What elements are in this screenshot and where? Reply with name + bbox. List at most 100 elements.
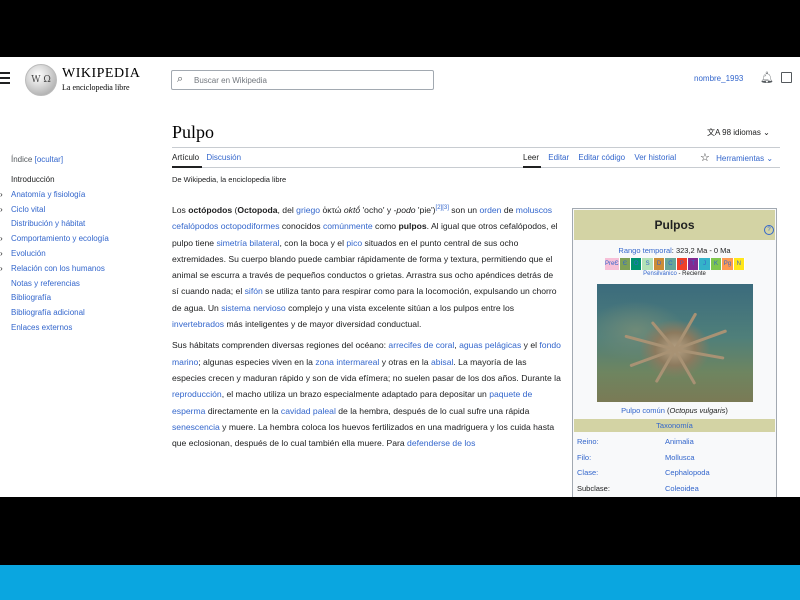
toc-item-enlaces[interactable]: Enlaces externos xyxy=(0,321,109,336)
toc-item-ciclo-vital[interactable]: › Ciclo vital xyxy=(0,203,109,218)
article-link[interactable]: sistema nervioso xyxy=(221,303,285,313)
article-link[interactable]: invertebrados xyxy=(172,319,224,329)
text: 'pie') xyxy=(415,205,436,215)
tab-article[interactable]: Artículo xyxy=(172,153,199,162)
toc-item-distribucion[interactable]: Distribución y hábitat xyxy=(0,217,109,232)
geologic-period-cell[interactable]: C xyxy=(665,258,677,270)
logo-title[interactable]: WIKIPEDIA xyxy=(62,66,140,82)
article-link[interactable]: cavidad paleal xyxy=(281,406,336,416)
temporal-range-value: : 323,2 Ma - 0 Ma xyxy=(671,246,731,255)
notices-tray-icon[interactable] xyxy=(781,72,792,83)
toc-item-notas[interactable]: Notas y referencias xyxy=(0,277,109,292)
tagline: De Wikipedia, la enciclopedia libre xyxy=(172,175,287,184)
toc-item-comportamiento[interactable]: › Comportamiento y ecología xyxy=(0,232,109,247)
taxonomy-rank[interactable]: Reino: xyxy=(577,434,599,450)
toc-item-relacion[interactable]: › Relación con los humanos xyxy=(0,262,109,277)
temporal-range-link[interactable]: Rango temporal xyxy=(618,246,671,255)
chevron-right-icon[interactable]: › xyxy=(0,188,3,203)
geologic-period-cell[interactable]: P xyxy=(676,258,688,270)
logo-subtitle: La enciclopedia libre xyxy=(62,83,130,92)
wikipedia-globe-icon[interactable]: W Ω xyxy=(25,64,57,96)
article-link[interactable]: abisal xyxy=(431,357,453,367)
chevron-right-icon[interactable]: › xyxy=(0,203,3,218)
article-link[interactable]: aguas pelágicas xyxy=(459,340,521,350)
taxonomy-value[interactable]: Animalia xyxy=(665,434,694,450)
geologic-period-cell[interactable]: T xyxy=(688,258,700,270)
article-body: Los octópodos (Octopoda, del griego ὀκτώ… xyxy=(172,202,562,456)
text: Sus hábitats comprenden diversas regione… xyxy=(172,340,389,351)
chevron-right-icon[interactable]: › xyxy=(0,247,3,262)
taxonomy-value[interactable]: Coleoidea xyxy=(665,481,699,497)
toc-item-evolucion[interactable]: › Evolución xyxy=(0,247,109,262)
toc-item-bibliografia[interactable]: Bibliografía xyxy=(0,291,109,306)
article-link[interactable]: pico xyxy=(346,238,362,248)
bold-term: Octopoda xyxy=(237,205,278,215)
namespace-tabs: Artículo Discusión xyxy=(172,153,246,162)
text: y otras en la xyxy=(379,356,431,367)
tab-edit-source[interactable]: Editar código xyxy=(578,153,625,162)
article-link[interactable]: defenderse de los xyxy=(407,438,475,448)
search-box[interactable]: ⌕ xyxy=(171,70,434,90)
article-link[interactable]: griego xyxy=(296,205,320,215)
tab-active-indicator xyxy=(172,166,202,168)
toc-item-label: Notas y referencias xyxy=(11,278,80,288)
search-input[interactable] xyxy=(192,72,426,88)
toc-item-label: Comportamiento y ecología xyxy=(11,234,109,244)
taxonomy-rank[interactable]: Filo: xyxy=(577,450,591,466)
geologic-period-cell[interactable]: N xyxy=(733,258,745,270)
geologic-period-cell[interactable]: Є xyxy=(619,258,632,270)
geologic-period-cell[interactable]: S xyxy=(642,258,654,270)
taxonomy-rank[interactable]: Clase: xyxy=(577,465,598,481)
page-title: Pulpo xyxy=(172,122,215,142)
user-link[interactable]: nombre_1993 xyxy=(694,74,743,83)
tab-history[interactable]: Ver historial xyxy=(634,153,676,162)
screen-top-bar xyxy=(0,0,800,57)
tab-edit[interactable]: Editar xyxy=(548,153,569,162)
watch-star-icon[interactable]: ☆ xyxy=(700,152,710,164)
article-link[interactable]: sifón xyxy=(245,286,263,296)
taskbar-band xyxy=(0,565,800,600)
toc-hide-link[interactable]: [ocultar] xyxy=(35,155,63,164)
reference-link[interactable]: [2][3] xyxy=(436,205,449,211)
toc-item-introduccion[interactable]: Introducción xyxy=(0,173,109,188)
toc-item-label: Introducción xyxy=(11,175,55,184)
geologic-period-cell[interactable]: Pg xyxy=(722,258,734,270)
article-link[interactable]: comúnmente xyxy=(323,221,373,231)
taxonomy-header: Taxonomía xyxy=(574,419,775,432)
article-link[interactable]: senescencia xyxy=(172,422,220,432)
tab-discussion[interactable]: Discusión xyxy=(206,153,241,162)
taxonomy-row: Reino: Animalia xyxy=(577,434,773,450)
help-icon[interactable]: ? xyxy=(764,225,774,235)
geologic-period-cell[interactable]: PreЄ xyxy=(605,258,620,270)
article-link[interactable]: reproducción xyxy=(172,389,222,399)
geologic-period-cell[interactable]: O xyxy=(631,258,643,270)
geologic-period-cell[interactable]: D xyxy=(653,258,666,270)
notifications-bell-icon[interactable]: 🔔︎ xyxy=(760,71,774,84)
taxonomy-value[interactable]: Mollusca xyxy=(665,450,695,466)
article-link[interactable]: arrecifes de coral xyxy=(388,340,454,350)
main-menu-icon[interactable] xyxy=(0,69,10,87)
text: directamente en la xyxy=(205,405,281,416)
tools-label[interactable]: Herramientas xyxy=(716,154,764,163)
period-from-link[interactable]: Pensilvánico xyxy=(643,271,677,277)
italic-term: -podo xyxy=(393,205,416,215)
tab-read[interactable]: Leer xyxy=(523,153,539,162)
octopus-photo[interactable] xyxy=(597,284,753,402)
language-button[interactable]: 文A 98 idiomas ⌄ xyxy=(707,127,770,138)
geologic-period-cell[interactable]: J xyxy=(699,258,711,270)
geologic-period-cell[interactable]: K xyxy=(710,258,723,270)
article-link[interactable]: orden xyxy=(479,205,501,215)
taxonomy-value[interactable]: Cephalopoda xyxy=(665,465,710,481)
taxonomy-link[interactable]: Taxonomía xyxy=(656,421,693,430)
tools-menu[interactable]: ☆ Herramientas ⌄ xyxy=(700,151,773,164)
toc-item-label: Distribución y hábitat xyxy=(11,219,86,229)
article-link[interactable]: simetría bilateral xyxy=(216,238,279,248)
toc-item-anatomia[interactable]: › Anatomía y fisiología xyxy=(0,188,109,203)
caption-link[interactable]: Pulpo común xyxy=(621,406,665,415)
toc-item-bibliografia-adicional[interactable]: Bibliografía adicional xyxy=(0,306,109,321)
chevron-right-icon[interactable]: › xyxy=(0,232,3,247)
chevron-right-icon[interactable]: › xyxy=(0,262,3,277)
text: conocidos xyxy=(279,221,323,232)
text: y muere. La hembra coloca los huevos fer… xyxy=(172,421,555,449)
article-link[interactable]: zona intermareal xyxy=(315,357,379,367)
